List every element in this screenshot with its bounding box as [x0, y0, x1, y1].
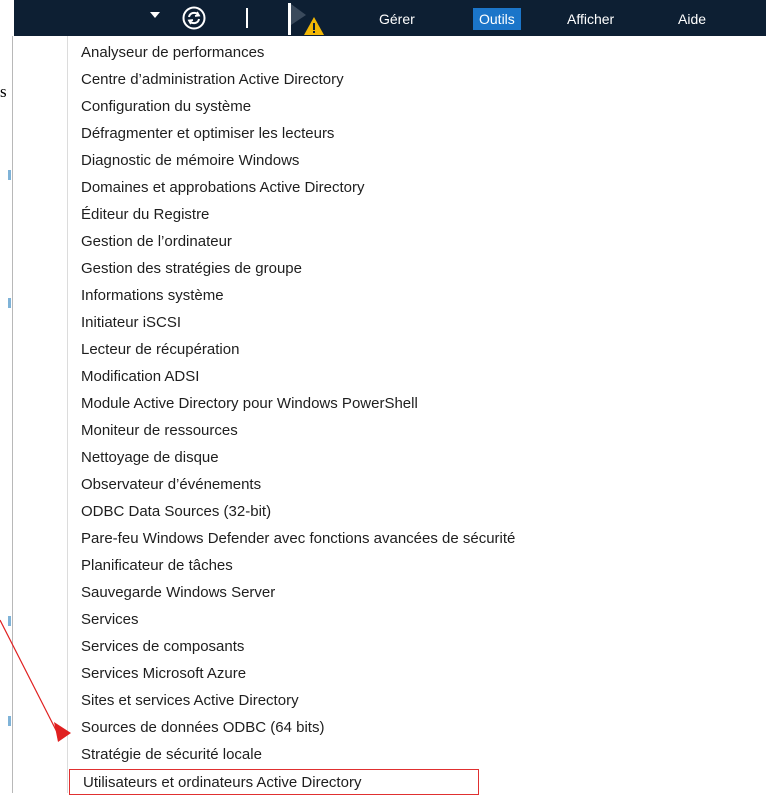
menu-item-gestion-strategies-groupe[interactable]: Gestion des stratégies de groupe	[68, 256, 758, 282]
toolbar-left-strip	[0, 0, 14, 36]
toolbar-separator	[246, 8, 248, 28]
background-marker	[8, 716, 11, 726]
menu-aide[interactable]: Aide	[672, 8, 712, 30]
tools-dropdown-menu: Analyseur de performances Centre d’admin…	[67, 36, 766, 795]
menu-item-informations-systeme[interactable]: Informations système	[68, 283, 758, 309]
menu-item-services[interactable]: Services	[68, 607, 758, 633]
menu-item-observateur-evenements[interactable]: Observateur d’événements	[68, 472, 758, 498]
background-window-fragment: s	[0, 36, 13, 793]
menu-item-module-ad-powershell[interactable]: Module Active Directory pour Windows Pow…	[68, 391, 758, 417]
menu-item-sauvegarde-windows-server[interactable]: Sauvegarde Windows Server	[68, 580, 758, 606]
menu-item-moniteur-ressources[interactable]: Moniteur de ressources	[68, 418, 758, 444]
menu-item-initiateur-iscsi[interactable]: Initiateur iSCSI	[68, 310, 758, 336]
menu-item-defragmenter[interactable]: Défragmenter et optimiser les lecteurs	[68, 121, 758, 147]
menu-item-centre-administration-ad[interactable]: Centre d’administration Active Directory	[68, 67, 758, 93]
menu-item-pare-feu[interactable]: Pare-feu Windows Defender avec fonctions…	[68, 526, 758, 552]
refresh-icon[interactable]	[182, 6, 206, 30]
menu-item-analyseur-performances[interactable]: Analyseur de performances	[68, 40, 758, 66]
menu-afficher[interactable]: Afficher	[561, 8, 620, 30]
server-manager-toolbar: Gérer Outils Afficher Aide	[0, 0, 766, 36]
menu-outils[interactable]: Outils	[473, 8, 521, 30]
background-marker	[8, 170, 11, 180]
menu-item-utilisateurs-ordinateurs-ad[interactable]: Utilisateurs et ordinateurs Active Direc…	[69, 769, 479, 795]
menu-item-services-composants[interactable]: Services de composants	[68, 634, 758, 660]
menu-item-diagnostic-memoire[interactable]: Diagnostic de mémoire Windows	[68, 148, 758, 174]
menu-gerer[interactable]: Gérer	[373, 8, 421, 30]
menu-item-gestion-ordinateur[interactable]: Gestion de l’ordinateur	[68, 229, 758, 255]
menu-item-planificateur-taches[interactable]: Planificateur de tâches	[68, 553, 758, 579]
menu-item-lecteur-recuperation[interactable]: Lecteur de récupération	[68, 337, 758, 363]
background-marker	[8, 616, 11, 626]
background-marker	[8, 298, 11, 308]
menu-item-domaines-approbations[interactable]: Domaines et approbations Active Director…	[68, 175, 758, 201]
navigation-dropdown-icon[interactable]	[150, 12, 160, 18]
menu-item-strategie-securite-locale[interactable]: Stratégie de sécurité locale	[68, 742, 758, 768]
menu-item-sites-services-ad[interactable]: Sites et services Active Directory	[68, 688, 758, 714]
notifications-flag-icon[interactable]	[286, 3, 336, 35]
menu-item-odbc-32[interactable]: ODBC Data Sources (32-bit)	[68, 499, 758, 525]
menu-item-services-azure[interactable]: Services Microsoft Azure	[68, 661, 758, 687]
menu-item-editeur-registre[interactable]: Éditeur du Registre	[68, 202, 758, 228]
menu-item-odbc-64[interactable]: Sources de données ODBC (64 bits)	[68, 715, 758, 741]
background-text-fragment: s	[0, 82, 7, 101]
menu-item-modification-adsi[interactable]: Modification ADSI	[68, 364, 758, 390]
menu-item-configuration-systeme[interactable]: Configuration du système	[68, 94, 758, 120]
menu-item-nettoyage-disque[interactable]: Nettoyage de disque	[68, 445, 758, 471]
